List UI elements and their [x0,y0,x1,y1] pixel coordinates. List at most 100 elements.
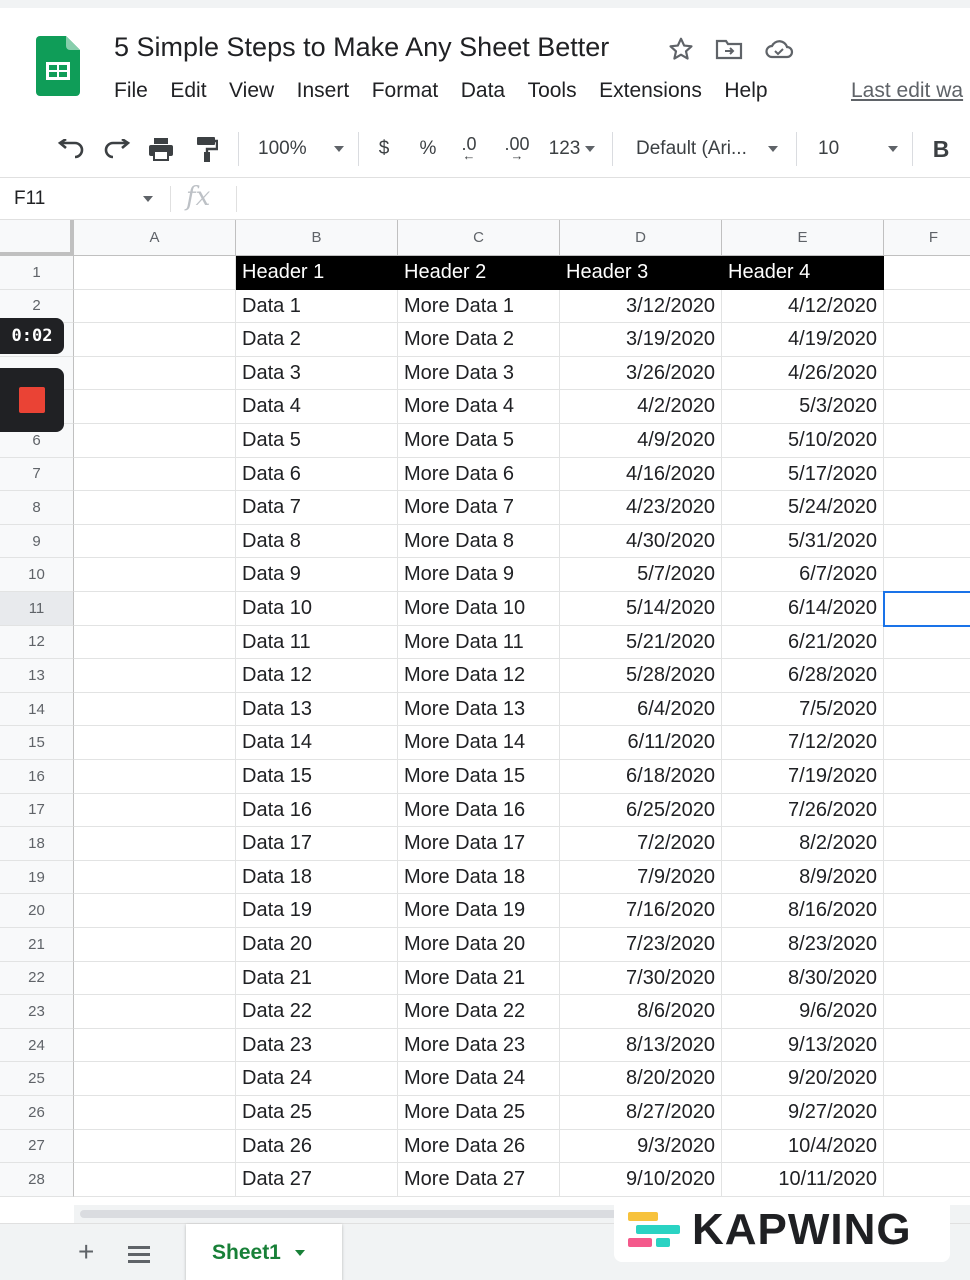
table-header-cell[interactable]: Header 3 [560,256,722,290]
empty-cell[interactable] [884,794,970,828]
row-header[interactable]: 15 [0,726,74,760]
row-header[interactable]: 10 [0,558,74,592]
decrease-decimal-button[interactable]: .0 ← [452,132,486,166]
empty-cell[interactable] [884,928,970,962]
table-cell[interactable]: 6/18/2020 [560,760,722,794]
table-cell[interactable]: Data 6 [236,457,398,492]
table-cell[interactable]: Data 24 [236,1062,398,1096]
empty-cell[interactable] [74,995,236,1029]
table-cell[interactable]: 9/10/2020 [560,1163,722,1197]
row-header[interactable]: 17 [0,793,74,828]
table-cell[interactable]: Data 19 [236,894,398,928]
all-sheets-list-icon[interactable] [128,1246,150,1267]
empty-cell[interactable] [884,1130,970,1164]
menu-data[interactable]: Data [461,78,505,108]
table-cell[interactable]: 7/23/2020 [560,928,722,962]
table-cell[interactable]: 3/26/2020 [560,356,722,391]
table-cell[interactable]: More Data 18 [398,860,560,895]
row-header[interactable]: 16 [0,760,74,794]
table-header-cell[interactable]: Header 2 [398,256,560,290]
table-cell[interactable]: More Data 26 [398,1129,560,1164]
table-cell[interactable]: More Data 12 [398,659,560,693]
table-cell[interactable]: Data 11 [236,625,398,660]
table-cell[interactable]: 8/9/2020 [722,860,884,895]
sheet-tab[interactable]: Sheet1 [186,1224,342,1280]
table-cell[interactable]: Data 22 [236,995,398,1029]
table-cell[interactable]: More Data 15 [398,760,560,794]
table-cell[interactable]: More Data 24 [398,1062,560,1096]
table-cell[interactable]: More Data 8 [398,524,560,559]
table-cell[interactable]: 3/12/2020 [560,289,722,324]
table-cell[interactable]: Data 27 [236,1163,398,1197]
table-cell[interactable]: 3/19/2020 [560,323,722,357]
document-title[interactable]: 5 Simple Steps to Make Any Sheet Better [114,32,609,63]
menu-extensions[interactable]: Extensions [599,78,702,108]
table-cell[interactable]: More Data 20 [398,928,560,962]
table-cell[interactable]: Data 15 [236,760,398,794]
menu-insert[interactable]: Insert [297,78,350,108]
row-header[interactable]: 11 [0,592,74,626]
chevron-down-icon[interactable] [143,196,153,202]
table-cell[interactable]: Data 16 [236,793,398,828]
empty-cell[interactable] [74,1062,236,1096]
increase-decimal-button[interactable]: .00 → [496,132,538,166]
font-size-select[interactable]: 10 [810,132,902,166]
table-cell[interactable]: 7/12/2020 [722,726,884,760]
row-header[interactable]: 25 [0,1062,74,1096]
empty-cell[interactable] [74,1096,236,1130]
empty-cell[interactable] [74,860,236,895]
empty-cell[interactable] [74,692,236,727]
table-cell[interactable]: More Data 2 [398,323,560,357]
empty-cell[interactable] [74,793,236,828]
table-cell[interactable]: 4/26/2020 [722,356,884,391]
table-cell[interactable]: 9/3/2020 [560,1129,722,1164]
row-header[interactable]: 1 [0,256,74,290]
row-header[interactable]: 27 [0,1129,74,1164]
empty-cell[interactable] [884,827,970,861]
menu-file[interactable]: File [114,78,148,108]
table-cell[interactable]: 4/16/2020 [560,457,722,492]
empty-cell[interactable] [884,962,970,996]
table-cell[interactable]: Data 25 [236,1096,398,1130]
empty-cell[interactable] [74,827,236,861]
row-header[interactable]: 26 [0,1096,74,1130]
table-cell[interactable]: 7/19/2020 [722,760,884,794]
table-cell[interactable]: 5/31/2020 [722,524,884,559]
row-header[interactable]: 28 [0,1163,74,1197]
table-cell[interactable]: 4/30/2020 [560,524,722,559]
empty-cell[interactable] [74,457,236,492]
empty-cell[interactable] [884,693,970,727]
menu-edit[interactable]: Edit [170,78,206,108]
table-cell[interactable]: More Data 21 [398,961,560,996]
print-icon[interactable] [144,132,178,166]
table-cell[interactable]: Data 1 [236,289,398,324]
row-header[interactable]: 14 [0,692,74,727]
table-cell[interactable]: 4/19/2020 [722,323,884,357]
table-cell[interactable]: Data 21 [236,961,398,996]
table-cell[interactable]: 6/25/2020 [560,793,722,828]
table-cell[interactable]: Data 2 [236,323,398,357]
table-cell[interactable]: 9/6/2020 [722,995,884,1029]
table-cell[interactable]: More Data 17 [398,827,560,861]
table-cell[interactable]: Data 12 [236,659,398,693]
empty-cell[interactable] [884,424,970,458]
table-cell[interactable]: Data 9 [236,558,398,592]
table-cell[interactable]: 9/20/2020 [722,1062,884,1096]
table-cell[interactable]: More Data 13 [398,692,560,727]
empty-cell[interactable] [884,1096,970,1130]
zoom-select[interactable]: 100% [252,132,350,166]
row-header[interactable]: 20 [0,894,74,928]
table-cell[interactable]: 5/7/2020 [560,558,722,592]
row-header[interactable]: 23 [0,995,74,1029]
table-cell[interactable]: More Data 23 [398,1028,560,1063]
table-cell[interactable]: 4/23/2020 [560,491,722,525]
table-cell[interactable]: Data 17 [236,827,398,861]
empty-cell[interactable] [74,726,236,760]
table-cell[interactable]: Data 8 [236,524,398,559]
table-cell[interactable]: 9/27/2020 [722,1096,884,1130]
empty-cell[interactable] [884,491,970,525]
percent-format-button[interactable]: % [414,132,442,166]
table-cell[interactable]: 7/2/2020 [560,827,722,861]
empty-cell[interactable] [884,1163,970,1197]
last-edit-link[interactable]: Last edit wa [851,78,963,104]
